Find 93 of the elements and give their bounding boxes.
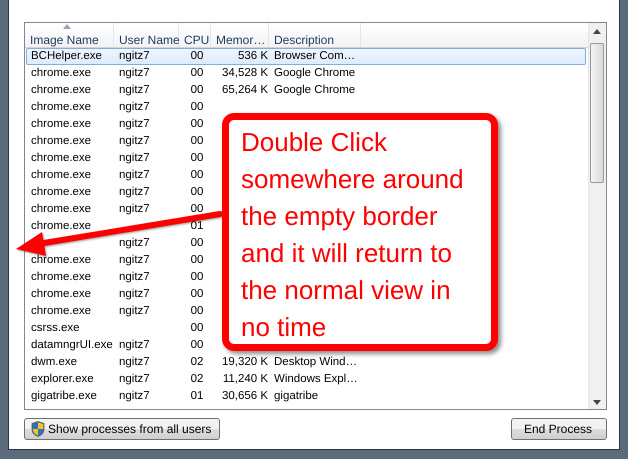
table-cell: ngitz7 — [119, 203, 150, 215]
table-cell: ngitz7 — [119, 50, 150, 62]
table-cell: 00 — [190, 186, 204, 198]
table-cell: 00 — [190, 254, 204, 266]
table-cell: 01 — [190, 220, 204, 232]
table-cell: chrome.exe — [31, 152, 92, 164]
scroll-up-icon[interactable] — [593, 29, 601, 34]
table-cell: 11,240 K — [222, 373, 268, 385]
table-cell: chrome.exe — [31, 271, 92, 283]
table-cell: ngitz7 — [119, 288, 150, 300]
table-cell: ngitz7 — [119, 237, 150, 249]
process-row[interactable]: explorer.exe ngitz7 02 11,240 K Windows Expl… — [26, 371, 586, 388]
table-cell: 00 — [190, 84, 204, 96]
scrollbar[interactable] — [588, 23, 606, 409]
table-cell: ngitz7 — [119, 254, 150, 266]
process-row[interactable]: chrome.exe ngitz7 00 34,528 K Google Chrome — [26, 65, 586, 82]
table-cell: ngitz7 — [119, 186, 150, 198]
table-cell: dwm.exe — [31, 356, 78, 368]
table-cell: gigatribe.exe — [31, 390, 97, 402]
table-cell: ngitz7 — [119, 373, 150, 385]
table-cell: chrome.exe — [31, 118, 92, 130]
table-cell: Windows Expl… — [274, 373, 358, 385]
scroll-thumb[interactable] — [590, 43, 604, 183]
table-cell: chrome.exe — [31, 254, 92, 266]
table-cell: ngitz7 — [119, 118, 150, 130]
table-cell: chrome.exe — [31, 288, 92, 300]
table-cell: 01 — [190, 390, 204, 402]
table-cell: 34,528 K — [222, 67, 268, 79]
table-cell: csrss.exe — [31, 322, 80, 334]
table-cell: ngitz7 — [119, 135, 150, 147]
column-header[interactable]: Description — [269, 23, 361, 47]
end-process-button[interactable]: End Process — [511, 418, 607, 440]
table-cell: 00 — [190, 288, 204, 300]
table-cell: 65,264 K — [222, 84, 268, 96]
shield-icon — [31, 421, 45, 437]
column-header[interactable]: CPU — [179, 23, 211, 47]
table-cell: ngitz7 — [119, 271, 150, 283]
table-cell: chrome.exe — [31, 169, 92, 181]
table-cell: Google Chrome — [274, 84, 356, 96]
table-cell: chrome.exe — [31, 203, 92, 215]
table-cell: 536 K — [238, 50, 268, 62]
table-cell: explorer.exe — [31, 373, 94, 385]
table-cell: 00 — [190, 169, 204, 181]
table-cell: chrome.exe — [31, 67, 92, 79]
table-cell: chrome.exe — [31, 305, 92, 317]
table-cell: 00 — [190, 305, 204, 317]
table-cell: ngitz7 — [119, 84, 150, 96]
table-cell: ngitz7 — [119, 152, 150, 164]
column-header[interactable]: Image Name — [25, 23, 114, 47]
process-row[interactable]: chrome.exe ngitz7 00 65,264 K Google Chrome — [26, 82, 586, 99]
table-cell: 00 — [190, 135, 204, 147]
callout-tooltip: Double Click somewhere around the empty border and it will return to the normal view in no time — [222, 113, 498, 351]
table-cell: 00 — [190, 50, 204, 62]
table-cell: datamngrUI.exe — [31, 339, 113, 351]
table-cell: ngitz7 — [119, 339, 150, 351]
table-cell: chrome.exe — [31, 135, 92, 147]
process-row[interactable]: gigatribe.exe ngitz7 01 30,656 K gigatribe — [26, 388, 586, 405]
table-cell: chrome.exe — [31, 186, 92, 198]
table-cell: ngitz7 — [119, 101, 150, 113]
column-header[interactable]: User Name — [114, 23, 179, 47]
table-cell: 00 — [190, 152, 204, 164]
table-cell: 02 — [190, 356, 204, 368]
process-row[interactable]: BCHelper.exe ngitz7 00 536 K Browser Com… — [26, 48, 586, 65]
table-cell: 00 — [190, 322, 204, 334]
table-cell: ngitz7 — [119, 67, 150, 79]
table-cell: gigatribe — [274, 390, 318, 402]
table-cell: chrome.exe — [31, 101, 92, 113]
table-cell: 00 — [190, 203, 204, 215]
table-cell: Desktop Wind… — [274, 356, 358, 368]
table-cell: 00 — [190, 67, 204, 79]
process-row[interactable]: chrome.exe ngitz7 00 — [26, 99, 586, 116]
table-cell: ngitz7 — [119, 390, 150, 402]
table-cell: BCHelper.exe — [31, 50, 102, 62]
show-all-users-button[interactable]: Show processes from all users — [24, 418, 220, 440]
table-cell: 19,320 K — [222, 356, 268, 368]
table-cell: 00 — [190, 271, 204, 283]
table-cell: Google Chrome — [274, 67, 356, 79]
table-cell: 00 — [190, 339, 204, 351]
scroll-down-icon[interactable] — [593, 400, 601, 405]
table-cell: chrome.exe — [31, 220, 92, 232]
table-cell: 00 — [190, 237, 204, 249]
table-cell: ngitz7 — [119, 169, 150, 181]
table-cell: 00 — [190, 101, 204, 113]
table-cell: Browser Com… — [274, 50, 356, 62]
sort-arrow-icon — [63, 24, 71, 29]
table-cell: 02 — [190, 373, 204, 385]
table-cell: ngitz7 — [119, 305, 150, 317]
process-row[interactable]: dwm.exe ngitz7 02 19,320 K Desktop Wind… — [26, 354, 586, 371]
column-header[interactable]: Memor… — [211, 23, 269, 47]
table-cell: 30,656 K — [222, 390, 268, 402]
table-cell: ngitz7 — [119, 356, 150, 368]
table-cell: chrome.exe — [31, 84, 92, 96]
table-cell: 00 — [190, 118, 204, 130]
